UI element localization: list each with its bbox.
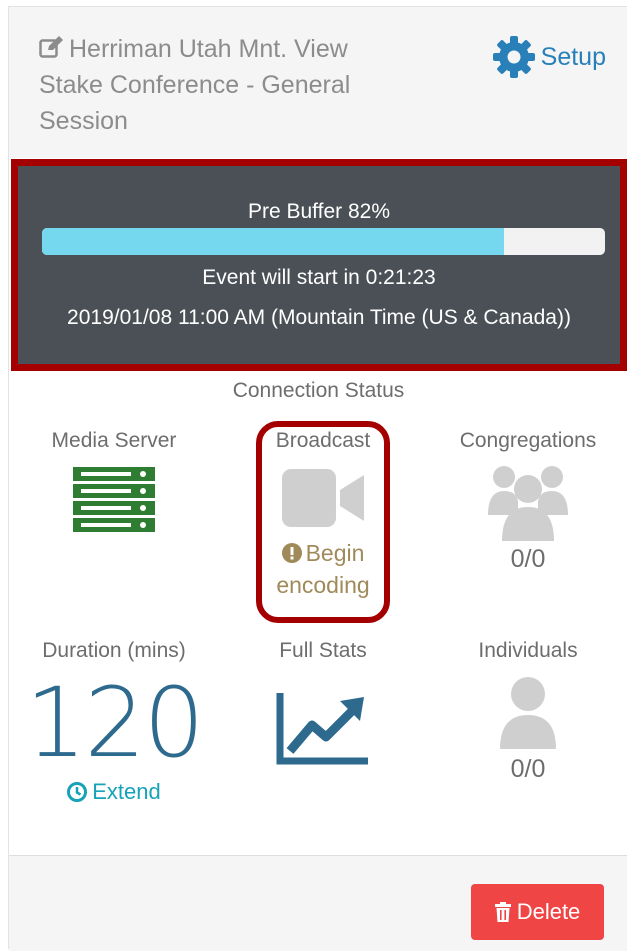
edit-icon[interactable]	[39, 36, 65, 58]
event-title: Herriman Utah Mnt. View Stake Conference…	[39, 31, 439, 139]
prebuffer-label: Pre Buffer 82%	[247, 200, 391, 223]
event-card: Herriman Utah Mnt. View Stake Conference…	[8, 6, 627, 951]
server-icon	[73, 467, 155, 533]
gear-icon	[491, 34, 537, 80]
full-stats-panel[interactable]: Full Stats	[220, 639, 426, 765]
broadcast-status: Broadcast Begin encoding	[220, 429, 426, 601]
event-datetime: 2019/01/08 11:00 AM (Mountain Time (US &…	[67, 306, 571, 329]
individuals-count: 0/0	[510, 755, 546, 783]
full-stats-label: Full Stats	[279, 639, 367, 662]
title-line-1: Herriman Utah Mnt. View	[69, 35, 348, 63]
media-server-label: Media Server	[51, 429, 177, 452]
broadcast-label: Broadcast	[275, 429, 371, 452]
duration-panel: Duration (mins) 120 Extend	[11, 639, 217, 807]
congregations-status: Congregations 0/0	[425, 429, 627, 574]
prebuffer-progress-bar	[42, 228, 605, 255]
begin-encoding-line-1: Begin	[305, 540, 365, 566]
event-countdown: Event will start in 0:21:23	[202, 266, 436, 289]
title-line-3: Session	[39, 107, 128, 135]
title-line-2: Stake Conference - General	[39, 71, 351, 99]
media-server-status: Media Server	[11, 429, 217, 533]
clock-icon	[67, 782, 88, 802]
extend-label: Extend	[92, 779, 161, 804]
user-icon	[498, 677, 558, 749]
congregations-label: Congregations	[459, 429, 597, 452]
duration-value: 120	[25, 667, 204, 779]
duration-label: Duration (mins)	[42, 639, 186, 662]
setup-label: Setup	[540, 42, 606, 71]
card-footer: Delete	[9, 855, 627, 951]
congregations-count: 0/0	[510, 545, 546, 573]
extend-button[interactable]: Extend	[67, 779, 161, 805]
prebuffer-progress-fill	[42, 228, 504, 255]
delete-button[interactable]: Delete	[471, 884, 604, 940]
begin-encoding-status: Begin encoding	[220, 537, 426, 601]
warning-icon	[281, 543, 302, 563]
individuals-label: Individuals	[478, 639, 578, 662]
individuals-status: Individuals 0/0	[425, 639, 627, 784]
prebuffer-panel: Pre Buffer 82% Event will start in 0:21:…	[11, 159, 627, 371]
card-header: Herriman Utah Mnt. View Stake Conference…	[9, 7, 627, 158]
delete-label: Delete	[516, 899, 581, 924]
connection-status-title: Connection Status	[232, 379, 405, 402]
video-camera-icon	[282, 469, 364, 527]
trash-icon	[494, 902, 511, 922]
chart-line-icon[interactable]	[276, 693, 370, 765]
setup-button[interactable]: Setup	[491, 33, 606, 81]
begin-encoding-line-2: encoding	[276, 572, 370, 598]
group-icon	[488, 465, 568, 541]
